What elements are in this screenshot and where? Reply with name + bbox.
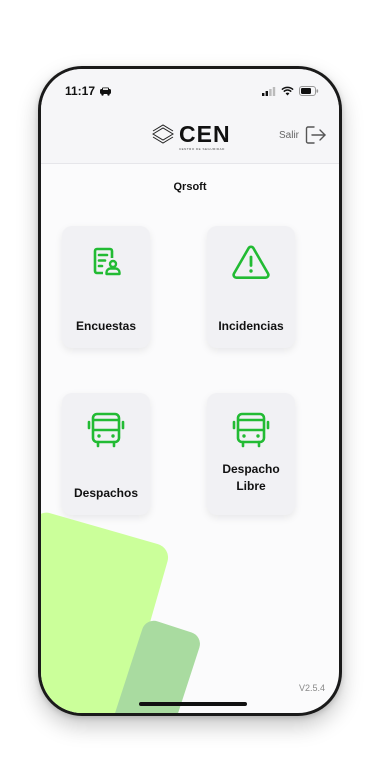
- phone-frame: 11:17 CEN CENTRO DE SEGURIDAD Salir Qrso…: [38, 66, 342, 716]
- car-icon: [100, 87, 112, 96]
- app-version: V2.5.4: [298, 683, 325, 693]
- logo-mark-icon: [152, 124, 174, 144]
- tile-icon-wrap: [207, 244, 295, 280]
- app-screen: 11:17 CEN CENTRO DE SEGURIDAD Salir Qrso…: [41, 69, 339, 713]
- tile-label-line1: Despacho: [222, 462, 280, 476]
- tile-label: Incidencias: [218, 319, 284, 333]
- tile-despachos[interactable]: Despachos: [62, 393, 150, 515]
- tile-label: Despachos: [73, 486, 139, 500]
- tile-label-line2: Libre: [236, 479, 266, 493]
- tile-encuestas[interactable]: Encuestas: [62, 226, 150, 348]
- tile-icon-wrap: [62, 411, 150, 449]
- status-icons: [262, 86, 319, 96]
- wifi-icon: [281, 86, 294, 96]
- home-indicator[interactable]: [139, 702, 247, 706]
- tile-icon-wrap: [207, 411, 295, 449]
- logo-text: CEN: [179, 121, 231, 147]
- logout-button[interactable]: Salir: [279, 125, 327, 145]
- logout-icon: [305, 126, 326, 144]
- logout-label: Salir: [278, 129, 299, 141]
- battery-icon: [299, 86, 319, 96]
- warning-icon: [232, 245, 270, 279]
- status-time: 11:17: [65, 84, 96, 98]
- survey-icon: [93, 247, 121, 276]
- status-bar: 11:17: [41, 69, 339, 113]
- company-name: Qrsoft: [173, 181, 207, 193]
- bus-icon: [232, 412, 270, 448]
- status-time-group: 11:17: [65, 84, 112, 98]
- tile-despacho-libre[interactable]: Despacho Libre: [207, 393, 295, 515]
- tile-label: Despacho Libre: [207, 461, 295, 495]
- signal-icon: [262, 86, 276, 96]
- app-header: CEN CENTRO DE SEGURIDAD Salir: [41, 113, 339, 164]
- cen-logo: CEN CENTRO DE SEGURIDAD: [151, 121, 231, 151]
- tile-label: Encuestas: [75, 319, 137, 333]
- bus-icon: [87, 412, 125, 448]
- tile-icon-wrap: [62, 244, 150, 278]
- logo-subtitle: CENTRO DE SEGURIDAD: [179, 147, 225, 151]
- tile-incidencias[interactable]: Incidencias: [207, 226, 295, 348]
